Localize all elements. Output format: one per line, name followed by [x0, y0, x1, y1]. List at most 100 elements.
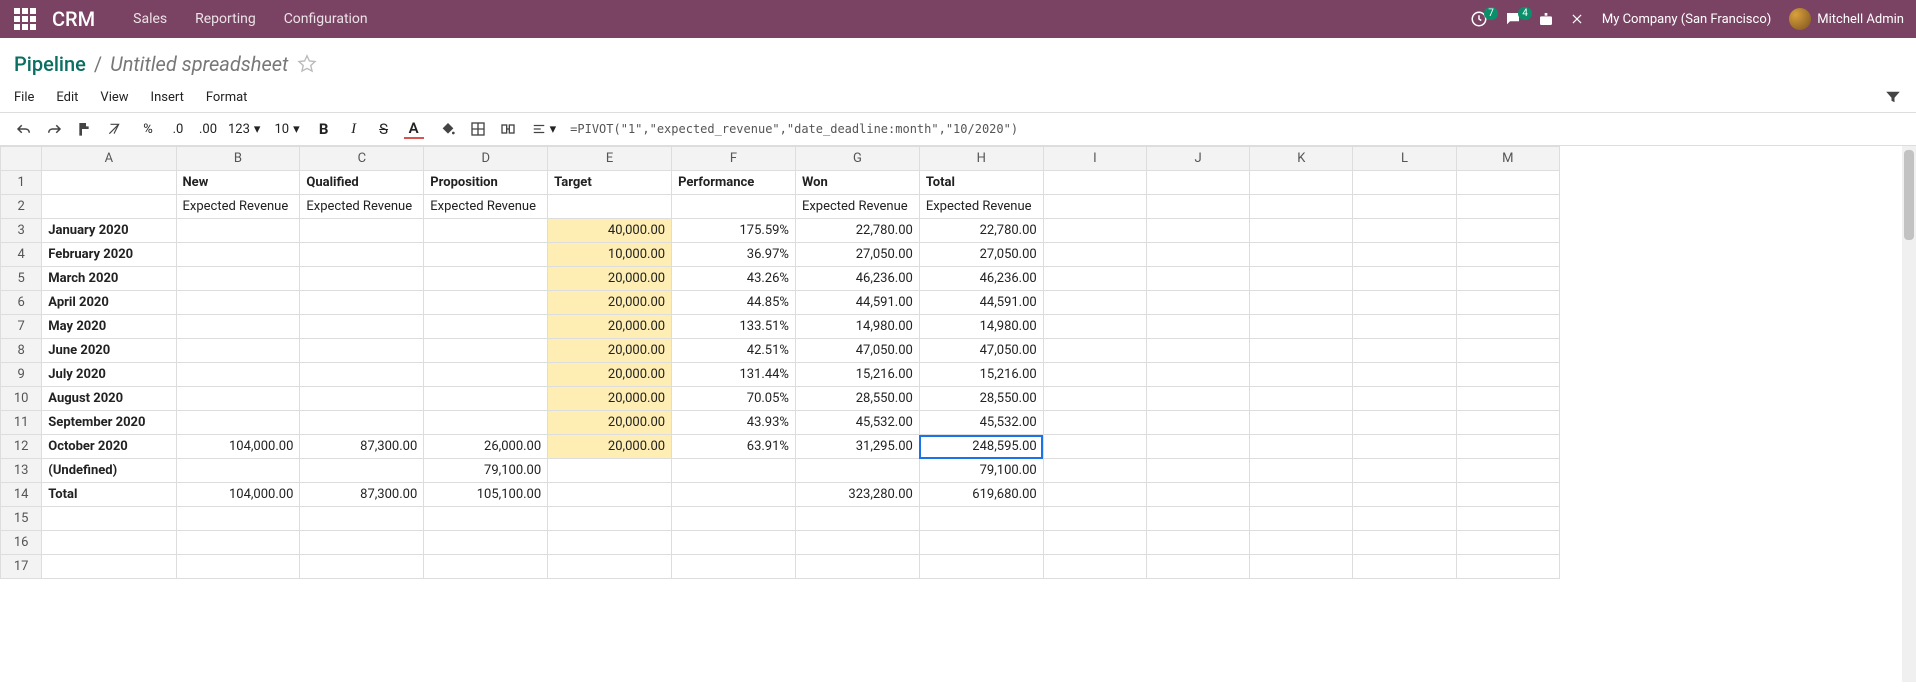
formula-input[interactable] — [570, 122, 1902, 136]
cell-J2[interactable] — [1146, 195, 1249, 219]
present-icon[interactable] — [1530, 11, 1562, 27]
cell-K9[interactable] — [1250, 363, 1353, 387]
cell-A7[interactable]: May 2020 — [42, 315, 176, 339]
cell-M13[interactable] — [1456, 459, 1559, 483]
cell-I10[interactable] — [1043, 387, 1146, 411]
cell-F1[interactable]: Performance — [672, 171, 796, 195]
cell-J5[interactable] — [1146, 267, 1249, 291]
cell-A14[interactable]: Total — [42, 483, 176, 507]
row-header-9[interactable]: 9 — [1, 363, 42, 387]
col-header-B[interactable]: B — [176, 147, 300, 171]
cell-F17[interactable] — [672, 555, 796, 579]
cell-A10[interactable]: August 2020 — [42, 387, 176, 411]
cell-I11[interactable] — [1043, 411, 1146, 435]
menu-view[interactable]: View — [100, 90, 128, 105]
cell-F7[interactable]: 133.51% — [672, 315, 796, 339]
cell-G10[interactable]: 28,550.00 — [795, 387, 919, 411]
cell-K15[interactable] — [1250, 507, 1353, 531]
cell-C13[interactable] — [300, 459, 424, 483]
cell-E9[interactable]: 20,000.00 — [548, 363, 672, 387]
row-header-15[interactable]: 15 — [1, 507, 42, 531]
cell-L12[interactable] — [1353, 435, 1456, 459]
cell-B15[interactable] — [176, 507, 300, 531]
cell-B7[interactable] — [176, 315, 300, 339]
cell-B10[interactable] — [176, 387, 300, 411]
cell-K10[interactable] — [1250, 387, 1353, 411]
cell-F12[interactable]: 63.91% — [672, 435, 796, 459]
cell-H1[interactable]: Total — [919, 171, 1043, 195]
cell-B3[interactable] — [176, 219, 300, 243]
cell-D4[interactable] — [424, 243, 548, 267]
cell-G17[interactable] — [795, 555, 919, 579]
cell-B11[interactable] — [176, 411, 300, 435]
cell-A5[interactable]: March 2020 — [42, 267, 176, 291]
cell-C17[interactable] — [300, 555, 424, 579]
cell-A15[interactable] — [42, 507, 176, 531]
cell-E1[interactable]: Target — [548, 171, 672, 195]
cell-H9[interactable]: 15,216.00 — [919, 363, 1043, 387]
col-header-D[interactable]: D — [424, 147, 548, 171]
cell-B9[interactable] — [176, 363, 300, 387]
cell-M1[interactable] — [1456, 171, 1559, 195]
cell-K4[interactable] — [1250, 243, 1353, 267]
cell-M6[interactable] — [1456, 291, 1559, 315]
cell-I14[interactable] — [1043, 483, 1146, 507]
cell-J10[interactable] — [1146, 387, 1249, 411]
cell-F13[interactable] — [672, 459, 796, 483]
col-header-A[interactable]: A — [42, 147, 176, 171]
cell-A6[interactable]: April 2020 — [42, 291, 176, 315]
cell-D11[interactable] — [424, 411, 548, 435]
cell-D5[interactable] — [424, 267, 548, 291]
col-header-I[interactable]: I — [1043, 147, 1146, 171]
cell-F16[interactable] — [672, 531, 796, 555]
cell-C8[interactable] — [300, 339, 424, 363]
menu-edit[interactable]: Edit — [56, 90, 78, 105]
cell-C1[interactable]: Qualified — [300, 171, 424, 195]
cell-D7[interactable] — [424, 315, 548, 339]
cell-A16[interactable] — [42, 531, 176, 555]
col-header-E[interactable]: E — [548, 147, 672, 171]
cell-A1[interactable] — [42, 171, 176, 195]
scrollbar-thumb[interactable] — [1904, 150, 1914, 240]
cell-M16[interactable] — [1456, 531, 1559, 555]
row-header-10[interactable]: 10 — [1, 387, 42, 411]
cell-C11[interactable] — [300, 411, 424, 435]
cell-G6[interactable]: 44,591.00 — [795, 291, 919, 315]
cell-M15[interactable] — [1456, 507, 1559, 531]
cell-B4[interactable] — [176, 243, 300, 267]
cell-I17[interactable] — [1043, 555, 1146, 579]
cell-J8[interactable] — [1146, 339, 1249, 363]
cell-M2[interactable] — [1456, 195, 1559, 219]
cell-F11[interactable]: 43.93% — [672, 411, 796, 435]
cell-D17[interactable] — [424, 555, 548, 579]
cell-H7[interactable]: 14,980.00 — [919, 315, 1043, 339]
cell-C4[interactable] — [300, 243, 424, 267]
cell-I4[interactable] — [1043, 243, 1146, 267]
cell-J7[interactable] — [1146, 315, 1249, 339]
cell-M11[interactable] — [1456, 411, 1559, 435]
cell-A17[interactable] — [42, 555, 176, 579]
cell-J9[interactable] — [1146, 363, 1249, 387]
cell-B5[interactable] — [176, 267, 300, 291]
cell-C10[interactable] — [300, 387, 424, 411]
paint-format-icon[interactable] — [74, 119, 94, 139]
cell-H6[interactable]: 44,591.00 — [919, 291, 1043, 315]
row-header-4[interactable]: 4 — [1, 243, 42, 267]
strikethrough-button[interactable]: S — [374, 119, 394, 139]
cell-K11[interactable] — [1250, 411, 1353, 435]
breadcrumb-root[interactable]: Pipeline — [14, 52, 86, 76]
cell-K6[interactable] — [1250, 291, 1353, 315]
row-header-12[interactable]: 12 — [1, 435, 42, 459]
cell-I8[interactable] — [1043, 339, 1146, 363]
cell-E12[interactable]: 20,000.00 — [548, 435, 672, 459]
cell-D1[interactable]: Proposition — [424, 171, 548, 195]
cell-I13[interactable] — [1043, 459, 1146, 483]
cell-M7[interactable] — [1456, 315, 1559, 339]
cell-I3[interactable] — [1043, 219, 1146, 243]
cell-L9[interactable] — [1353, 363, 1456, 387]
cell-D9[interactable] — [424, 363, 548, 387]
cell-D10[interactable] — [424, 387, 548, 411]
close-icon[interactable] — [1562, 12, 1592, 26]
cell-B8[interactable] — [176, 339, 300, 363]
row-header-7[interactable]: 7 — [1, 315, 42, 339]
